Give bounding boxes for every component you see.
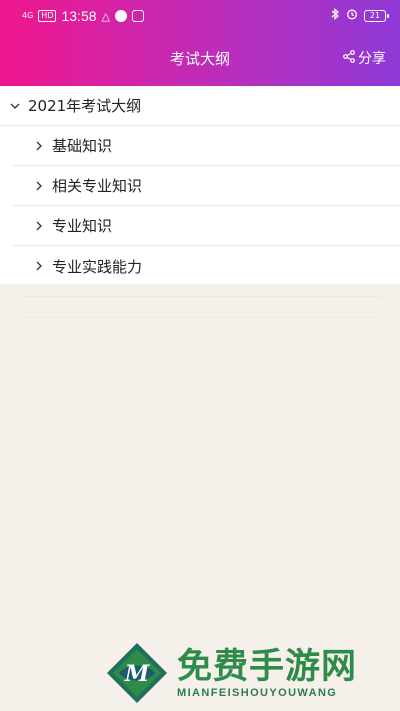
status-time: 13:58 (61, 8, 97, 24)
battery-icon: 21 (364, 10, 389, 22)
watermark-en: MIANFEISHOUYOUWANG (177, 687, 338, 699)
outline-item-label: 基础知识 (52, 137, 113, 155)
watermark-text: 免费手游网 MIANFEISHOUYOUWANG (177, 647, 357, 699)
chevron-right-icon (34, 221, 44, 231)
flame-icon: △ (101, 9, 110, 23)
background-divider (22, 296, 382, 318)
network-indicator: 4G (22, 11, 34, 20)
watermark-cn: 免费手游网 (177, 647, 358, 687)
status-bar: 4G HD 13:58 △ 21 (0, 0, 400, 32)
notification-icon (115, 10, 127, 22)
status-right: 21 (331, 8, 389, 24)
hd-indicator: HD (38, 10, 57, 22)
chevron-right-icon (34, 141, 44, 151)
status-left: 4G HD 13:58 △ (22, 8, 144, 24)
watermark-logo-letter: M (124, 661, 150, 687)
watermark-logo: M (107, 643, 167, 703)
watermark: M 免费手游网 MIANFEISHOUYOUWANG (105, 638, 390, 708)
outline-item-related[interactable]: 相关专业知识 (12, 166, 400, 206)
outline-root[interactable]: 2021年考试大纲 (0, 86, 400, 126)
title-bar: 考试大纲 (0, 40, 400, 76)
share-icon (343, 49, 355, 67)
bluetooth-icon (331, 8, 340, 24)
outline-item-label: 相关专业知识 (52, 177, 143, 195)
chevron-right-icon (34, 181, 44, 191)
share-label: 分享 (358, 51, 386, 67)
outline-item-basic[interactable]: 基础知识 (12, 126, 400, 166)
outline-root-label: 2021年考试大纲 (28, 97, 142, 115)
chevron-down-icon (10, 101, 20, 111)
alarm-icon (346, 8, 358, 24)
outline-item-label: 专业实践能力 (52, 257, 143, 276)
outline-tree: 2021年考试大纲 基础知识 相关专业知识 专业知识 专业实践能力 (0, 86, 400, 284)
chevron-right-icon (34, 261, 44, 271)
app-header: 4G HD 13:58 △ 21 考试大纲 分享 (0, 0, 400, 86)
page-title: 考试大纲 (169, 49, 230, 68)
share-button[interactable]: 分享 (343, 48, 386, 68)
app-notification-icon (132, 10, 144, 22)
outline-item-practice[interactable]: 专业实践能力 (12, 246, 400, 286)
outline-item-professional[interactable]: 专业知识 (12, 206, 400, 246)
outline-item-label: 专业知识 (52, 217, 113, 235)
